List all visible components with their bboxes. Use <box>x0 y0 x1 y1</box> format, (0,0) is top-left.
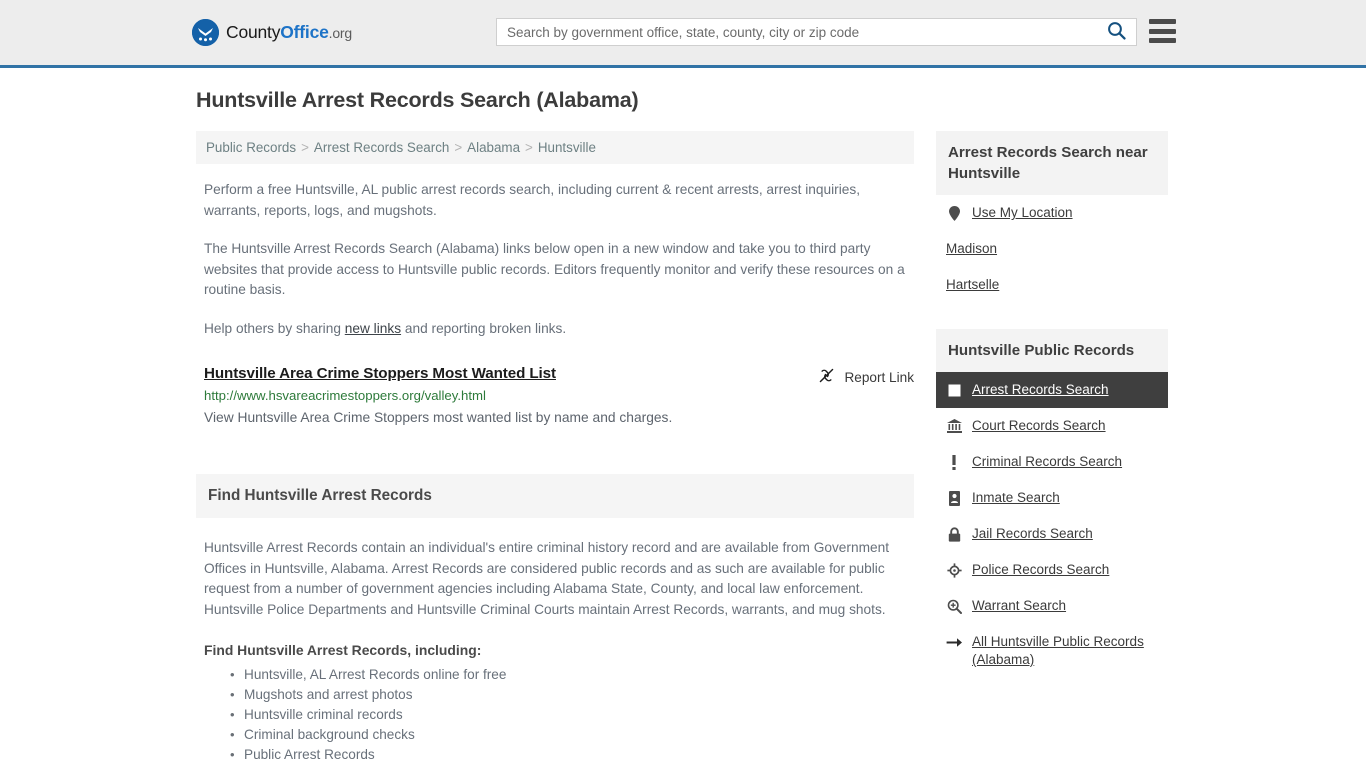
hamburger-menu-icon[interactable] <box>1149 19 1176 43</box>
sidebar-item-inmate-search[interactable]: Inmate Search <box>936 480 1168 516</box>
sidebar-near-link[interactable]: Hartselle <box>946 277 999 292</box>
list-item: Public Arrest Records <box>230 745 910 765</box>
sidebar-link[interactable]: Jail Records Search <box>972 525 1093 543</box>
page-body: Huntsville Arrest Records Search (Alabam… <box>0 68 1366 765</box>
lock-icon <box>946 525 962 543</box>
broken-link-icon <box>818 367 835 387</box>
breadcrumb-item-alabama[interactable]: Alabama <box>467 140 520 155</box>
arrow-right-icon <box>946 633 962 651</box>
intro-paragraph-1: Perform a free Huntsville, AL public arr… <box>204 182 861 218</box>
result-header: Huntsville Area Crime Stoppers Most Want… <box>204 365 914 382</box>
find-records-panel-heading: Find Huntsville Arrest Records <box>196 474 914 518</box>
breadcrumb-item-public-records[interactable]: Public Records <box>206 140 296 155</box>
intro-paragraph-3-pre: Help others by sharing <box>204 320 345 336</box>
find-records-list: Huntsville, AL Arrest Records online for… <box>204 665 910 765</box>
result-title-link[interactable]: Huntsville Area Crime Stoppers Most Want… <box>204 365 556 382</box>
brand-logo[interactable]: CountyOffice.org <box>192 19 352 46</box>
sidebar-link[interactable]: Court Records Search <box>972 417 1106 435</box>
result-description: View Huntsville Area Crime Stoppers most… <box>204 410 673 425</box>
list-item: Criminal background checks <box>230 725 910 745</box>
sidebar-near-link[interactable]: Use My Location <box>972 204 1073 222</box>
result-url[interactable]: http://www.hsvareacrimestoppers.org/vall… <box>204 388 914 403</box>
breadcrumb-separator: > <box>301 140 309 155</box>
intro-text: Perform a free Huntsville, AL public arr… <box>196 180 914 339</box>
sidebar: Arrest Records Search near Huntsville Us… <box>936 131 1168 704</box>
sidebar-box-near: Arrest Records Search near Huntsville Us… <box>936 131 1168 303</box>
brand-text-part2: Office <box>280 22 329 42</box>
breadcrumb-item-arrest-records-search[interactable]: Arrest Records Search <box>314 140 449 155</box>
sidebar-link[interactable]: Warrant Search <box>972 597 1066 615</box>
content-container: Huntsville Arrest Records Search (Alabam… <box>188 68 1178 765</box>
sidebar-link[interactable]: Arrest Records Search <box>972 381 1109 399</box>
report-link-button[interactable]: Report Link <box>818 367 914 387</box>
main-column: Public Records > Arrest Records Search > Ala… <box>196 131 914 765</box>
breadcrumb: Public Records > Arrest Records Search > Ala… <box>196 131 914 164</box>
sidebar-near-list: Use My Location Madison Hartselle <box>936 195 1168 303</box>
hamburger-bar <box>1149 38 1176 43</box>
search-button[interactable] <box>1096 19 1136 45</box>
police-badge-icon <box>946 561 962 579</box>
sidebar-item-arrest-records-search[interactable]: Arrest Records Search <box>936 372 1168 408</box>
sidebar-box-public-records: Huntsville Public Records Arrest Records… <box>936 329 1168 678</box>
sidebar-link[interactable]: Criminal Records Search <box>972 453 1122 471</box>
map-pin-icon <box>946 204 962 222</box>
search-bar[interactable] <box>496 18 1137 46</box>
sidebar-link[interactable]: Inmate Search <box>972 489 1060 507</box>
sidebar-item-all-public-records[interactable]: All Huntsville Public Records (Alabama) <box>936 624 1168 678</box>
brand-text-part1: County <box>226 22 281 42</box>
hamburger-bar <box>1149 19 1176 24</box>
id-badge-icon <box>946 489 962 507</box>
magnifier-plus-icon <box>946 597 962 615</box>
sidebar-item-warrant-search[interactable]: Warrant Search <box>936 588 1168 624</box>
sidebar-near-link[interactable]: Madison <box>946 241 997 256</box>
list-item: Mugshots and arrest photos <box>230 685 910 705</box>
report-link-label: Report Link <box>844 369 914 385</box>
sidebar-link[interactable]: All Huntsville Public Records (Alabama) <box>972 633 1158 669</box>
two-column-layout: Public Records > Arrest Records Search > Ala… <box>188 131 1178 765</box>
find-records-list-heading: Find Huntsville Arrest Records, includin… <box>204 642 482 658</box>
sidebar-public-records-heading: Huntsville Public Records <box>936 329 1168 372</box>
intro-paragraph-3-post: and reporting broken links. <box>401 320 567 336</box>
sidebar-item-hartselle[interactable]: Hartselle <box>936 267 1168 303</box>
find-records-panel-body: Huntsville Arrest Records contain an ind… <box>196 538 914 765</box>
search-icon <box>1107 21 1126 43</box>
result-item: Huntsville Area Crime Stoppers Most Want… <box>204 365 914 427</box>
brand-text-part3: .org <box>328 25 353 41</box>
list-item: Huntsville, AL Arrest Records online for… <box>230 665 910 685</box>
sidebar-item-criminal-records-search[interactable]: Criminal Records Search <box>936 444 1168 480</box>
breadcrumb-separator: > <box>454 140 463 155</box>
site-header: CountyOffice.org <box>0 0 1366 68</box>
sidebar-near-heading: Arrest Records Search near Huntsville <box>936 131 1168 195</box>
brand-text: CountyOffice.org <box>226 22 352 43</box>
sidebar-item-court-records-search[interactable]: Court Records Search <box>936 408 1168 444</box>
breadcrumb-separator: > <box>525 140 533 155</box>
intro-paragraph-3: Help others by sharing new links and rep… <box>204 319 914 340</box>
new-links-link[interactable]: new links <box>345 321 401 336</box>
sidebar-item-use-my-location[interactable]: Use My Location <box>936 195 1168 231</box>
sidebar-link[interactable]: Police Records Search <box>972 561 1109 579</box>
sidebar-public-records-list: Arrest Records Search Court Records Sear… <box>936 372 1168 678</box>
sidebar-item-jail-records-search[interactable]: Jail Records Search <box>936 516 1168 552</box>
sidebar-item-police-records-search[interactable]: Police Records Search <box>936 552 1168 588</box>
page-title: Huntsville Arrest Records Search (Alabam… <box>196 88 639 112</box>
courthouse-icon <box>946 417 962 435</box>
find-records-body-text: Huntsville Arrest Records contain an ind… <box>204 540 890 617</box>
list-item: Huntsville criminal records <box>230 705 910 725</box>
intro-paragraph-2: The Huntsville Arrest Records Search (Al… <box>204 241 905 297</box>
breadcrumb-item-huntsville[interactable]: Huntsville <box>538 140 596 155</box>
search-input[interactable] <box>497 19 1096 45</box>
arrest-record-icon <box>946 381 962 399</box>
eagle-emblem-icon <box>192 19 219 46</box>
sidebar-item-madison[interactable]: Madison <box>936 231 1168 267</box>
exclamation-icon <box>946 453 962 471</box>
hamburger-bar <box>1149 28 1176 34</box>
